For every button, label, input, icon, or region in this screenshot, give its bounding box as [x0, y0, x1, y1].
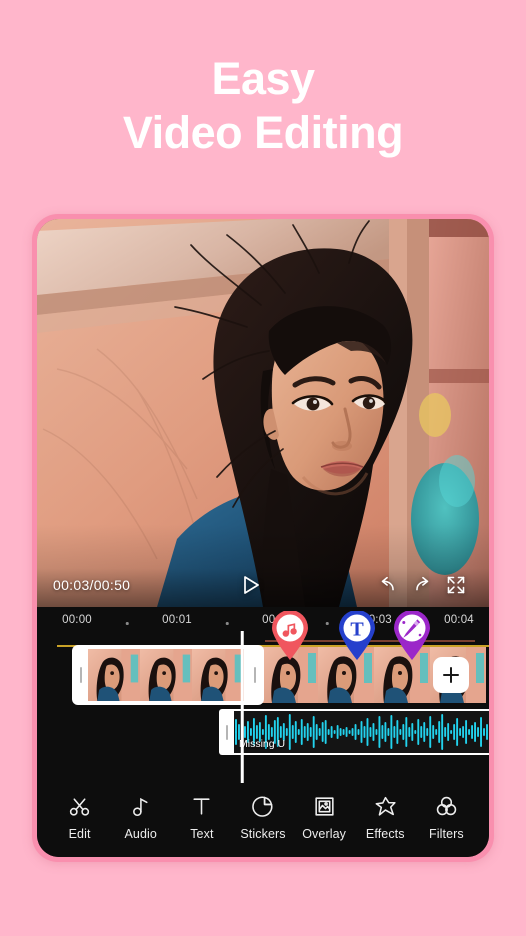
tool-audio[interactable]: Audio: [110, 794, 171, 841]
star-sparkle-icon: [373, 794, 398, 820]
tool-stickers[interactable]: Stickers: [232, 794, 293, 841]
redo-icon[interactable]: [405, 568, 439, 602]
video-preview[interactable]: 00:03/00:50: [37, 219, 489, 607]
tool-label: Stickers: [240, 826, 286, 841]
ruler-dot: [225, 622, 229, 625]
audio-clip-label: Missing U: [239, 738, 286, 750]
overlay-image-icon: [312, 794, 337, 820]
tool-label: Effects: [365, 826, 405, 841]
selected-clip-thumbnails: [88, 649, 248, 701]
svg-text:T: T: [350, 619, 364, 641]
ruler-tick: 00:01: [162, 614, 192, 626]
effect-marker-pin[interactable]: [391, 611, 433, 661]
playhead[interactable]: [240, 631, 244, 783]
text-marker-pin[interactable]: T: [336, 611, 378, 661]
audio-waveform-body[interactable]: Missing U: [234, 709, 489, 755]
video-clip-selected[interactable]: [74, 647, 262, 703]
filters-circles-icon: [434, 794, 459, 820]
video-thumbnail: [192, 649, 244, 701]
sticker-icon: [250, 794, 275, 820]
ruler-tick: 00:04: [444, 614, 474, 626]
video-thumbnail: [88, 649, 140, 701]
headline-line-2: Video Editing: [122, 107, 404, 158]
player-controls-bar: 00:03/00:50: [37, 563, 489, 607]
timeline[interactable]: 00:00 00:01 00:02 00:03 00:04: [37, 607, 489, 783]
time-readout: 00:03/00:50: [53, 577, 131, 593]
audio-trim-handle-left[interactable]: [219, 709, 234, 755]
tool-label: Edit: [68, 826, 91, 841]
ruler-tick: 00:00: [62, 614, 92, 626]
music-marker-pin[interactable]: [269, 611, 311, 661]
tool-filters[interactable]: Filters: [416, 794, 477, 841]
video-thumbnail: [140, 649, 192, 701]
trim-handle-right[interactable]: [248, 647, 262, 703]
tool-text[interactable]: Text: [171, 794, 232, 841]
undo-icon[interactable]: [371, 568, 405, 602]
music-note-icon: [128, 794, 153, 820]
fullscreen-icon[interactable]: [439, 568, 473, 602]
tool-label: Audio: [124, 826, 157, 841]
add-clip-button[interactable]: [433, 657, 469, 693]
tool-label: Filters: [429, 826, 464, 841]
tool-overlay[interactable]: Overlay: [294, 794, 355, 841]
headline-line-1: Easy: [211, 53, 315, 104]
trim-handle-left[interactable]: [74, 647, 88, 703]
ruler-dot: [325, 622, 329, 625]
scissors-icon: [67, 794, 92, 820]
page-title: Easy Video Editing: [0, 52, 526, 160]
audio-clip[interactable]: Missing U: [219, 709, 489, 755]
preview-photo: [37, 219, 489, 607]
play-icon[interactable]: [234, 568, 268, 602]
tool-label: Text: [190, 826, 214, 841]
tool-label: Overlay: [302, 826, 347, 841]
bottom-toolbar: Edit Audio Text Stickers Overlay Effects…: [37, 783, 489, 857]
tool-effects[interactable]: Effects: [355, 794, 416, 841]
phone-frame: 00:03/00:50 00:00 00:01 00:03 00:04 T Mi…: [32, 214, 494, 862]
text-t-icon: [189, 794, 214, 820]
phone-screen: 00:03/00:50 00:00 00:01 00:03 00:04 T Mi…: [37, 219, 489, 857]
tool-edit[interactable]: Edit: [49, 794, 110, 841]
ruler-dot: [125, 622, 129, 625]
